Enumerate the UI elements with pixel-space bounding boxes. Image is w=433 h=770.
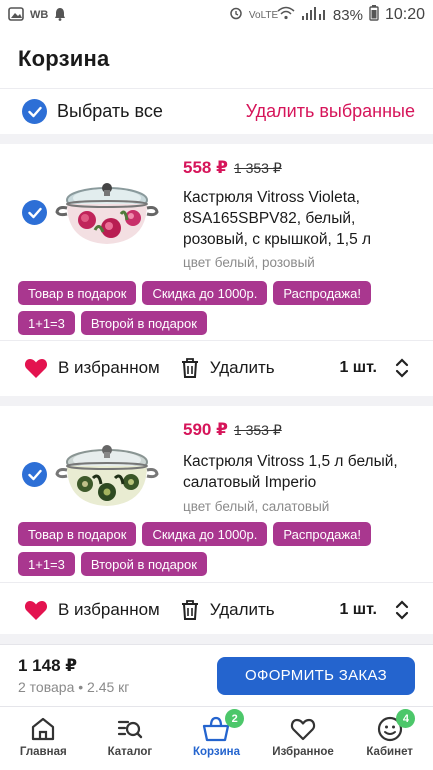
product-name[interactable]: Кастрюля Vitross Violeta, 8SA165SBPV82, … (183, 187, 418, 250)
nav-item-catalog[interactable]: Каталог (87, 707, 174, 770)
favorite-label: В избранном (58, 357, 160, 377)
notification-bell-icon (54, 7, 66, 24)
check-icon (27, 106, 42, 117)
cart-item: 590 ₽ 1 353 ₽ Кастрюля Vitross 1,5 л бел… (0, 406, 433, 634)
favorite-label: В избранном (58, 599, 160, 619)
promo-tag[interactable]: Товар в подарок (18, 522, 137, 546)
volte-indicator: VoLTE (248, 9, 279, 21)
trash-icon (181, 599, 198, 620)
catalog-search-icon (117, 720, 143, 739)
select-all-row: Выбрать все Удалить выбранные (0, 88, 433, 134)
checkout-bar: 1 148 ₽ 2 товара • 2.45 кг ОФОРМИТЬ ЗАКА… (0, 644, 433, 706)
promo-tag[interactable]: Скидка до 1000р. (142, 522, 268, 546)
promo-tags: Товар в подарок Скидка до 1000р. Распрод… (18, 522, 418, 576)
price-block: 558 ₽ 1 353 ₽ (183, 158, 282, 178)
nav-label: Избранное (272, 746, 334, 758)
status-bar: WB VoLTE 83% 10:20 (0, 0, 433, 30)
promo-tag[interactable]: Распродажа! (273, 281, 371, 305)
delete-item-button[interactable]: Удалить (180, 357, 275, 379)
promo-tag[interactable]: Второй в подарок (80, 311, 207, 335)
promo-tag[interactable]: Скидка до 1000р. (142, 281, 268, 305)
nav-label: Каталог (107, 746, 153, 758)
item-checkbox[interactable] (22, 200, 47, 225)
delete-item-button[interactable]: Удалить (180, 599, 275, 621)
select-all-label[interactable]: Выбрать все (57, 101, 163, 122)
wifi-icon (277, 6, 295, 24)
promo-tag[interactable]: Второй в подарок (80, 552, 207, 576)
nav-item-favorites[interactable]: Избранное (260, 707, 347, 770)
nav-label: Корзина (192, 746, 240, 758)
heart-icon (290, 718, 316, 741)
signal-icon (301, 6, 327, 24)
order-total: 1 148 ₽ 2 товара • 2.45 кг (18, 656, 129, 695)
delete-label: Удалить (209, 357, 275, 377)
item-actions: В избранном Удалить 1 шт. (0, 582, 433, 636)
product-image[interactable] (55, 158, 160, 258)
product-image[interactable] (55, 420, 160, 520)
nav-label: Кабинет (366, 746, 413, 758)
checkout-button[interactable]: ОФОРМИТЬ ЗАКАЗ (217, 656, 415, 695)
nav-item-profile[interactable]: 4 Кабинет (346, 707, 433, 770)
total-sum: 1 148 ₽ (18, 656, 78, 675)
nav-label: Главная (19, 746, 67, 758)
home-icon (32, 717, 55, 741)
gallery-icon (8, 6, 24, 24)
check-icon (27, 469, 42, 480)
alarm-icon (229, 6, 243, 24)
item-checkbox[interactable] (22, 462, 47, 487)
promo-tags: Товар в подарок Скидка до 1000р. Распрод… (18, 281, 418, 335)
cart-badge: 2 (225, 709, 245, 728)
clock: 10:20 (384, 6, 425, 23)
up-down-chevron-icon (395, 599, 409, 620)
delete-selected-button[interactable]: Удалить выбранные (246, 101, 415, 122)
promo-tag[interactable]: Товар в подарок (18, 281, 137, 305)
up-down-chevron-icon (395, 357, 409, 378)
price-block: 590 ₽ 1 353 ₽ (183, 420, 282, 440)
trash-icon (181, 357, 198, 378)
battery-icon (369, 5, 379, 25)
quantity-selector[interactable]: 1 шт. (339, 599, 409, 621)
battery-percent: 83% (332, 6, 363, 24)
profile-badge: 4 (396, 709, 416, 728)
product-color: цвет белый, салатовый (183, 499, 330, 514)
product-name[interactable]: Кастрюля Vitross 1,5 л белый, салатовый … (183, 451, 418, 493)
heart-icon (24, 600, 48, 620)
check-icon (27, 207, 42, 218)
nav-item-home[interactable]: Главная (0, 707, 87, 770)
page-title: Корзина (18, 46, 110, 71)
item-actions: В избранном Удалить 1 шт. (0, 340, 433, 394)
current-price: 558 ₽ (183, 158, 228, 177)
favorite-button[interactable]: В избранном (24, 599, 160, 621)
carrier-label: WB (30, 9, 49, 21)
delete-label: Удалить (209, 599, 275, 619)
select-all-checkbox[interactable] (22, 99, 47, 124)
quantity-value: 1 шт. (339, 358, 377, 376)
product-color: цвет белый, розовый (183, 255, 315, 270)
favorite-button[interactable]: В избранном (24, 357, 160, 379)
cart-item: 558 ₽ 1 353 ₽ Кастрюля Vitross Violeta, … (0, 144, 433, 396)
promo-tag[interactable]: 1+1=3 (18, 552, 75, 576)
bottom-nav: Главная Каталог 2 Корзина Избранное 4 Ка… (0, 706, 433, 770)
old-price: 1 353 ₽ (233, 160, 282, 176)
total-meta: 2 товара • 2.45 кг (18, 679, 130, 695)
current-price: 590 ₽ (183, 420, 228, 439)
heart-icon (24, 358, 48, 378)
quantity-value: 1 шт. (339, 600, 377, 618)
promo-tag[interactable]: Распродажа! (273, 522, 371, 546)
page-header: Корзина (0, 30, 433, 88)
promo-tag[interactable]: 1+1=3 (18, 311, 75, 335)
old-price: 1 353 ₽ (233, 422, 282, 438)
quantity-selector[interactable]: 1 шт. (339, 357, 409, 379)
nav-item-cart[interactable]: 2 Корзина (173, 707, 260, 770)
